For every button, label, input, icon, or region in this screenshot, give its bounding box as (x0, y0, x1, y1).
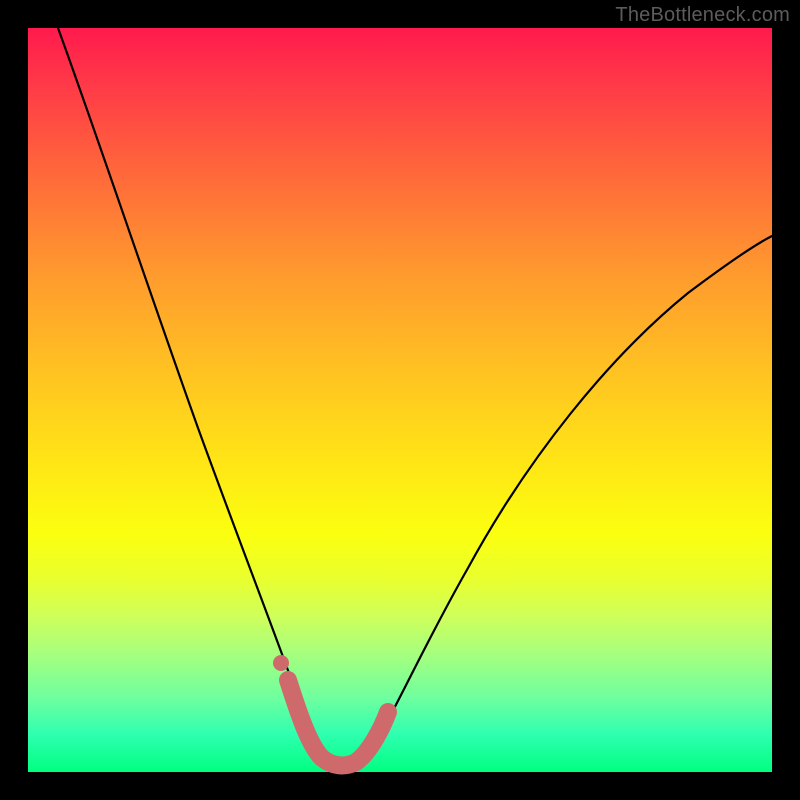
bottleneck-curve-svg (28, 28, 772, 772)
bottleneck-curve (58, 28, 772, 767)
chart-plot-area (28, 28, 772, 772)
optimal-zone-marker (288, 680, 388, 765)
optimal-zone-start-dot (273, 655, 289, 671)
watermark-text: TheBottleneck.com (615, 4, 790, 27)
